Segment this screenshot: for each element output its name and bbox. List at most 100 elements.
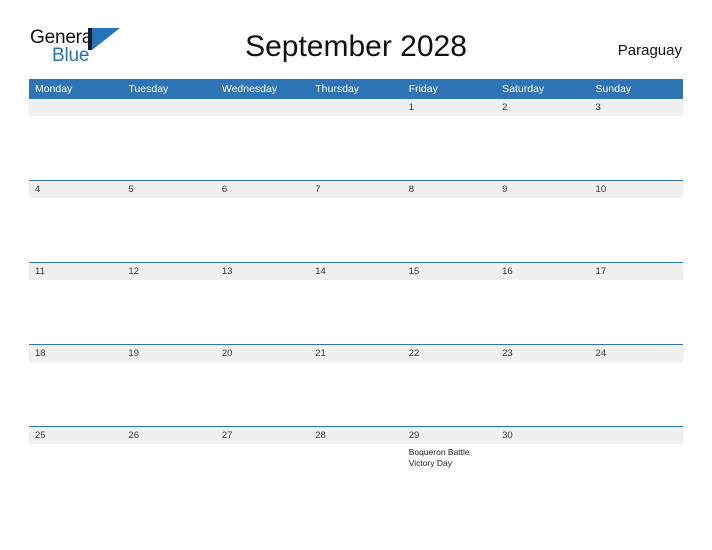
calendar-day-cell[interactable]: 14	[309, 262, 403, 345]
day-cell-inner: 22	[402, 345, 497, 426]
day-number: 13	[215, 263, 310, 280]
calendar-day-cell[interactable]: 7	[309, 180, 403, 263]
calendar-day-cell[interactable]	[29, 99, 123, 181]
day-number: 27	[215, 427, 310, 444]
day-number: 6	[215, 181, 310, 198]
calendar-day-cell[interactable]: 27	[215, 426, 310, 508]
day-number: 1	[402, 99, 497, 116]
calendar-day-cell[interactable]: 8	[402, 180, 497, 263]
calendar-day-cell[interactable]: 22	[402, 344, 497, 427]
day-number: 12	[122, 263, 216, 280]
day-number: 10	[589, 181, 683, 198]
calendar-day-cell[interactable]: 26	[122, 426, 216, 508]
holiday-event-line: Boqueron Battle	[408, 447, 470, 457]
day-cell-inner: 30	[496, 427, 590, 508]
day-cell-inner	[309, 99, 403, 180]
calendar-table: Monday Tuesday Wednesday Thursday Friday…	[29, 79, 683, 508]
page-header: General Blue September 2028 Paraguay	[0, 0, 712, 65]
calendar-day-cell[interactable]: 4	[29, 180, 123, 263]
calendar-day-cell[interactable]	[309, 99, 403, 181]
day-cell-inner: 4	[29, 181, 123, 262]
calendar-day-cell[interactable]: 21	[309, 344, 403, 427]
day-number: 11	[29, 263, 123, 280]
day-number: 18	[29, 345, 123, 362]
day-number: 19	[122, 345, 216, 362]
day-number: 25	[29, 427, 123, 444]
calendar-day-cell[interactable]: 3	[589, 99, 683, 181]
day-cell-inner: 14	[309, 263, 403, 344]
page-title: September 2028	[245, 30, 467, 63]
calendar-day-cell[interactable]: 16	[496, 262, 590, 345]
weekday-header-thursday: Thursday	[309, 79, 403, 99]
calendar-week-row: 25 26 27 28 29 Boqueron Battle Victory Day 30	[29, 426, 683, 508]
calendar-day-cell[interactable]: 2	[496, 99, 590, 181]
day-number: 20	[215, 345, 310, 362]
calendar-day-cell[interactable]: 18	[29, 344, 123, 427]
calendar-day-cell[interactable]: 12	[122, 262, 216, 345]
weekday-header-friday: Friday	[402, 79, 497, 99]
calendar-day-cell[interactable]: 15	[402, 262, 497, 345]
day-cell-inner: 15	[402, 263, 497, 344]
weekday-header-monday: Monday	[29, 79, 123, 99]
day-cell-inner: 5	[122, 181, 216, 262]
day-number: 9	[496, 181, 590, 198]
day-cell-inner: 16	[496, 263, 590, 344]
weekday-header-wednesday: Wednesday	[215, 79, 310, 99]
day-cell-inner: 23	[496, 345, 590, 426]
day-cell-inner	[215, 99, 310, 180]
day-number-empty	[122, 99, 216, 116]
day-cell-inner: 3	[589, 99, 683, 180]
calendar-day-cell[interactable]	[215, 99, 310, 181]
calendar-week-row: 4 5 6 7 8 9 10	[29, 180, 683, 263]
calendar-day-cell[interactable]: 23	[496, 344, 590, 427]
day-cell-inner: 24	[589, 345, 683, 426]
calendar-day-cell[interactable]	[589, 426, 683, 508]
day-number-empty	[215, 99, 310, 116]
holiday-event-line: Victory Day	[408, 458, 452, 468]
day-cell-inner: 29 Boqueron Battle Victory Day	[402, 427, 497, 508]
calendar-day-cell[interactable]: 20	[215, 344, 310, 427]
day-number: 8	[402, 181, 497, 198]
day-number-empty	[589, 427, 683, 444]
calendar-week-row: 11 12 13 14 15 16 17	[29, 262, 683, 345]
calendar-day-cell[interactable]: 28	[309, 426, 403, 508]
calendar-day-cell[interactable]: 25	[29, 426, 123, 508]
day-number: 5	[122, 181, 216, 198]
day-number: 16	[496, 263, 590, 280]
day-cell-inner: 11	[29, 263, 123, 344]
day-cell-inner	[29, 99, 123, 180]
calendar-day-cell[interactable]: 11	[29, 262, 123, 345]
calendar-week-row: 123	[29, 99, 683, 181]
calendar-day-cell[interactable]: 10	[589, 180, 683, 263]
day-cell-inner: 17	[589, 263, 683, 344]
calendar-day-cell[interactable]	[122, 99, 216, 181]
day-number: 15	[402, 263, 497, 280]
day-number: 2	[496, 99, 590, 116]
day-number-empty	[29, 99, 123, 116]
day-number: 21	[309, 345, 403, 362]
day-cell-inner: 1	[402, 99, 497, 180]
calendar-day-cell[interactable]: 6	[215, 180, 310, 263]
day-number: 4	[29, 181, 123, 198]
weekday-header-row: Monday Tuesday Wednesday Thursday Friday…	[29, 79, 683, 99]
day-number: 26	[122, 427, 216, 444]
weekday-header-tuesday: Tuesday	[122, 79, 216, 99]
calendar-day-cell[interactable]: 5	[122, 180, 216, 263]
day-number: 23	[496, 345, 590, 362]
calendar-day-cell[interactable]: 9	[496, 180, 590, 263]
calendar-day-cell[interactable]: 19	[122, 344, 216, 427]
day-number: 30	[496, 427, 590, 444]
calendar-day-cell[interactable]: 24	[589, 344, 683, 427]
calendar-day-cell[interactable]: 30	[496, 426, 590, 508]
calendar-container: Monday Tuesday Wednesday Thursday Friday…	[29, 79, 683, 508]
calendar-day-cell[interactable]: 1	[402, 99, 497, 181]
calendar-day-cell[interactable]: 17	[589, 262, 683, 345]
day-cell-inner: 27	[215, 427, 310, 508]
day-cell-inner: 9	[496, 181, 590, 262]
calendar-body: 1 2 3 4 5 6 7 8 9 10 11 12 13 14 15 16 17 18 19 20 21 22 23 24 2…	[29, 99, 683, 508]
calendar-day-cell[interactable]: 13	[215, 262, 310, 345]
day-cell-inner	[589, 427, 683, 508]
calendar-day-cell[interactable]: 29 Boqueron Battle Victory Day	[402, 426, 497, 508]
day-cell-inner: 2	[496, 99, 590, 180]
day-number-empty	[309, 99, 403, 116]
